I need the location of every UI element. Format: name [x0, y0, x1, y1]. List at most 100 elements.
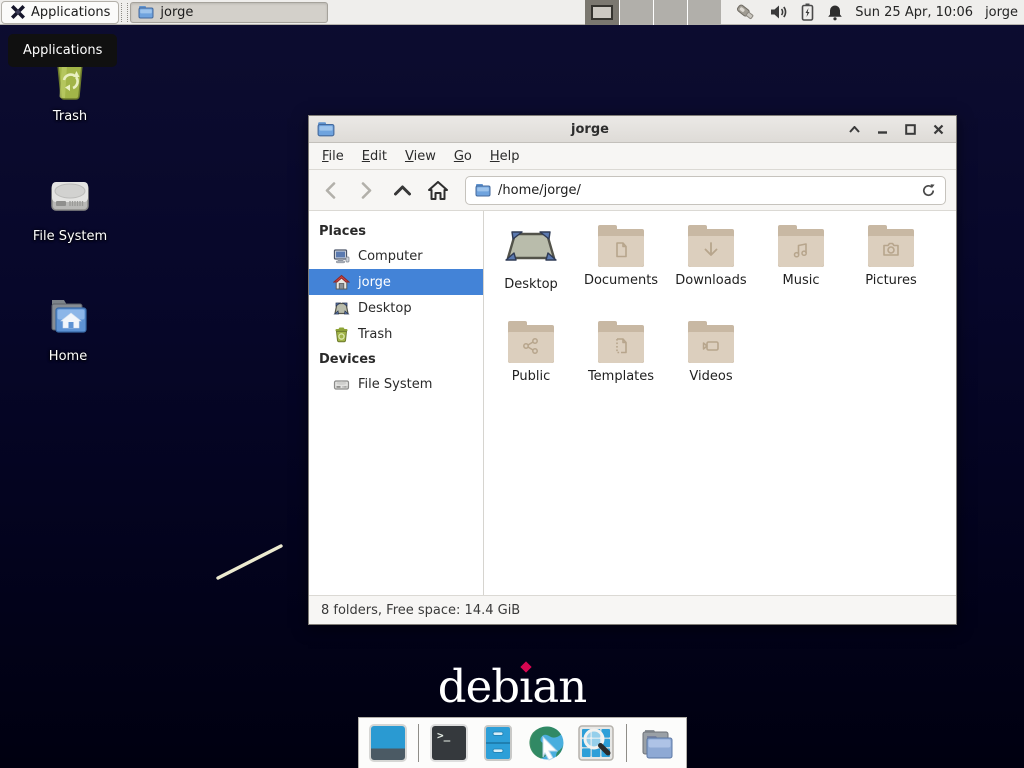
file-item-pictures[interactable]: Pictures: [846, 227, 936, 323]
menu-help[interactable]: Help: [481, 145, 529, 168]
home-icon: [333, 274, 350, 291]
applications-tooltip: Applications: [8, 34, 117, 67]
window-titlebar[interactable]: jorge: [309, 116, 956, 143]
file-item-label: Desktop: [486, 277, 576, 292]
file-item-videos[interactable]: Videos: [666, 323, 756, 419]
volume-icon[interactable]: [770, 4, 788, 20]
reload-icon[interactable]: [921, 183, 936, 198]
desktop-icon-label: File System: [20, 229, 120, 244]
removable-media-icon[interactable]: [735, 3, 757, 21]
sidebar-places-header: Places: [309, 219, 483, 243]
sidebar-item-label: Trash: [358, 327, 392, 342]
window-folder-icon: [138, 5, 154, 19]
file-item-music[interactable]: Music: [756, 227, 846, 323]
panel-user-menu[interactable]: jorge: [985, 5, 1018, 20]
folder-videos-icon: [688, 325, 734, 363]
shade-button[interactable]: [845, 120, 864, 139]
workspace-3[interactable]: [653, 0, 687, 25]
xfce-applications-icon: [10, 4, 26, 20]
sidebar-devices-header: Devices: [309, 347, 483, 371]
top-panel: Applications jorge: [0, 0, 1024, 25]
workspace-4[interactable]: [687, 0, 721, 25]
cursor-trail-line: [212, 539, 290, 585]
dock-app-finder-icon[interactable]: [577, 724, 615, 762]
window-icon-folder: [317, 121, 335, 137]
window-controls: [845, 120, 948, 139]
up-button[interactable]: [391, 179, 413, 201]
sidebar-item-trash[interactable]: Trash: [309, 321, 483, 347]
desktop-icon-file-system[interactable]: File System: [20, 172, 120, 244]
harddrive-small-icon: [333, 376, 350, 393]
file-item-downloads[interactable]: Downloads: [666, 227, 756, 323]
desktop-icon-home[interactable]: Home: [18, 292, 118, 364]
back-button[interactable]: [319, 179, 341, 201]
workspace-switcher[interactable]: [585, 0, 721, 25]
file-item-label: Templates: [576, 369, 666, 384]
desktop-icon: [333, 300, 350, 317]
desktop-icon-label: Home: [18, 349, 118, 364]
tasklist-handle[interactable]: [121, 3, 128, 22]
sidebar-item-label: jorge: [358, 275, 391, 290]
dock-separator: [418, 724, 419, 762]
file-item-templates[interactable]: Templates: [576, 323, 666, 419]
window-body: Places Computer jorge: [309, 211, 956, 595]
statusbar-text: 8 folders, Free space: 14.4 GiB: [321, 603, 520, 618]
maximize-button[interactable]: [901, 120, 920, 139]
taskbar-window-button[interactable]: jorge: [130, 2, 328, 23]
dock-directory-menu-icon[interactable]: [638, 724, 676, 762]
file-item-public[interactable]: Public: [486, 323, 576, 419]
folder-music-icon: [778, 229, 824, 267]
file-item-documents[interactable]: Documents: [576, 227, 666, 323]
workspace-1[interactable]: [585, 0, 619, 25]
debian-logo-text: debıan: [0, 660, 1024, 713]
dock-show-desktop-icon[interactable]: [369, 724, 407, 762]
dock-web-browser-icon[interactable]: [528, 724, 566, 762]
sidebar-item-jorge[interactable]: jorge: [309, 269, 483, 295]
sidebar-item-label: Computer: [358, 249, 423, 264]
location-folder-icon: [475, 183, 491, 197]
workspace-2[interactable]: [619, 0, 653, 25]
file-manager-window: jorge File Edit View Go Help: [308, 115, 957, 625]
file-item-desktop[interactable]: Desktop: [486, 227, 576, 323]
applications-menu-button[interactable]: Applications: [1, 1, 119, 24]
location-path[interactable]: /home/jorge/: [498, 183, 914, 198]
sidebar-item-computer[interactable]: Computer: [309, 243, 483, 269]
sidebar-item-file-system[interactable]: File System: [309, 371, 483, 397]
dock-file-manager-icon[interactable]: [479, 724, 517, 762]
dock-separator: [626, 724, 627, 762]
harddrive-icon: [46, 172, 94, 220]
menu-go[interactable]: Go: [445, 145, 481, 168]
folder-public-icon: [508, 325, 554, 363]
close-button[interactable]: [929, 120, 948, 139]
home-folder-icon: [44, 292, 92, 340]
folder-documents-icon: [598, 229, 644, 267]
battery-charging-icon[interactable]: [801, 3, 814, 21]
sidebar-item-label: Desktop: [358, 301, 412, 316]
home-button[interactable]: [427, 179, 449, 201]
sidebar-item-desktop[interactable]: Desktop: [309, 295, 483, 321]
forward-button[interactable]: [355, 179, 377, 201]
menu-view[interactable]: View: [396, 145, 445, 168]
computer-icon: [333, 248, 350, 265]
file-item-label: Music: [756, 273, 846, 288]
menu-edit[interactable]: Edit: [353, 145, 396, 168]
dock-terminal-icon[interactable]: >_: [430, 724, 468, 762]
toolbar: /home/jorge/: [309, 170, 956, 211]
dock: >_: [358, 717, 687, 768]
menubar: File Edit View Go Help: [309, 143, 956, 170]
panel-clock[interactable]: Sun 25 Apr, 10:06: [855, 5, 973, 20]
notifications-bell-icon[interactable]: [827, 4, 843, 21]
location-bar[interactable]: /home/jorge/: [465, 176, 946, 205]
statusbar: 8 folders, Free space: 14.4 GiB: [309, 595, 956, 624]
trash-small-icon: [333, 326, 350, 343]
sidebar: Places Computer jorge: [309, 211, 484, 595]
file-item-label: Documents: [576, 273, 666, 288]
file-item-label: Public: [486, 369, 576, 384]
menu-file[interactable]: File: [313, 145, 353, 168]
file-grid: Desktop Documents Downloads: [484, 211, 956, 595]
folder-pictures-icon: [868, 229, 914, 267]
window-title: jorge: [341, 122, 839, 137]
taskbar-window-title: jorge: [160, 5, 193, 20]
minimize-button[interactable]: [873, 120, 892, 139]
applications-menu-label: Applications: [31, 5, 110, 20]
